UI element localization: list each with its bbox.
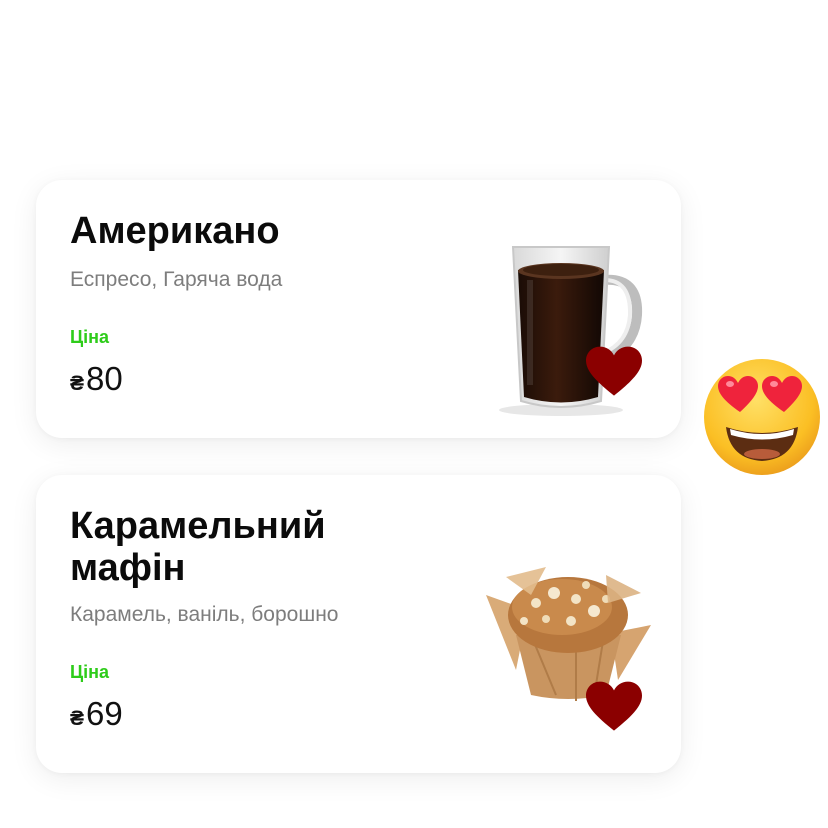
product-title: Американо (70, 210, 280, 252)
heart-eyes-emoji-icon (704, 359, 820, 475)
product-title: Карамельний мафін (70, 505, 326, 589)
product-card-americano[interactable]: Американо Еспресо, Гаряча вода Ціна ₴ 80 (36, 180, 681, 438)
price-value: 69 (86, 695, 123, 732)
currency-symbol: ₴ (70, 372, 85, 395)
product-price: ₴ 80 (70, 360, 123, 398)
favorite-heart-icon[interactable] (586, 681, 642, 733)
product-card-caramel-muffin[interactable]: Карамельний мафін Карамель, ваніль, боро… (36, 475, 681, 773)
currency-symbol: ₴ (70, 707, 85, 730)
price-label: Ціна (70, 662, 110, 682)
product-description: Карамель, ваніль, борошно (70, 603, 339, 626)
price-value: 80 (86, 360, 123, 397)
product-price: ₴ 69 (70, 695, 123, 733)
product-description: Еспресо, Гаряча вода (70, 268, 283, 291)
favorite-heart-icon[interactable] (586, 346, 642, 398)
price-label: Ціна (70, 327, 110, 347)
